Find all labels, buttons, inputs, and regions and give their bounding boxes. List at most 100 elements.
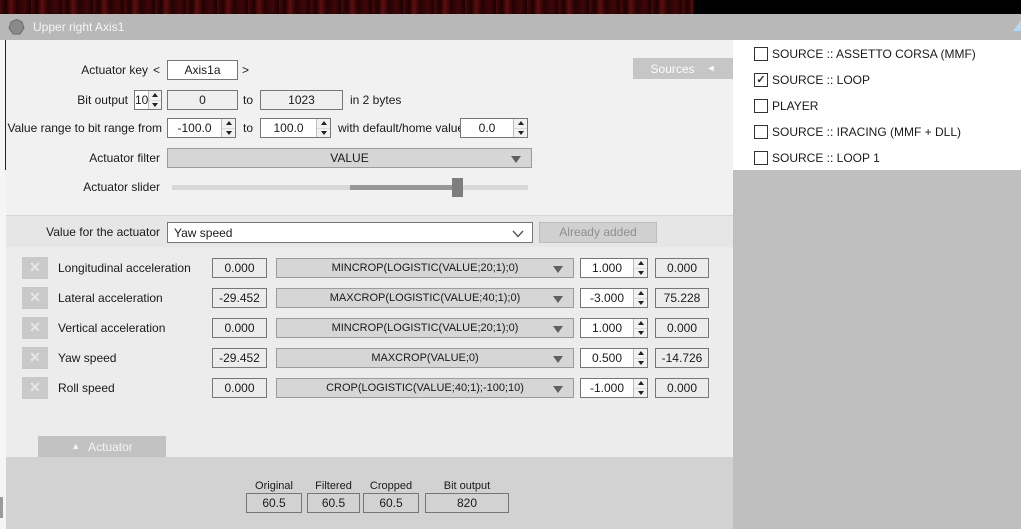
original-label: Original [246,480,302,493]
value-row: ✕ Lateral acceleration -29.452 MAXCROP(L… [0,287,733,309]
desktop-background [0,0,1021,14]
spin-down-icon[interactable] [222,128,235,138]
source-label: SOURCE :: LOOP [772,73,870,87]
row-multiplier-spinner[interactable]: 1.000 [580,318,648,338]
spin-down-icon[interactable] [317,128,330,138]
actuator-key-close: > [242,60,249,80]
row-formula-dropdown[interactable]: MINCROP(LOGISTIC(VALUE;20;1);0) [276,258,574,278]
row-multiplier-spinner[interactable]: 1.000 [580,258,648,278]
row-label: Lateral acceleration [58,287,163,309]
remove-row-button[interactable]: ✕ [22,287,48,309]
bit-output-footer-label: Bit output [425,480,509,493]
remove-row-button[interactable]: ✕ [22,377,48,399]
source-checkbox[interactable] [754,125,768,139]
corner-artifact-icon [1013,20,1021,31]
source-checkbox[interactable] [754,151,768,165]
spin-down-icon[interactable] [634,328,647,338]
source-item[interactable]: SOURCE :: IRACING (MMF + DLL) [754,124,961,140]
cropped-label: Cropped [363,480,419,493]
row-output-value-box: 0.000 [655,258,709,278]
range-max-spinner[interactable]: 100.0 [260,118,331,138]
row-multiplier-spinner[interactable]: 0.500 [580,348,648,368]
row-output-value-box: 75.228 [655,288,709,308]
source-item[interactable]: SOURCE :: LOOP 1 [754,150,880,166]
dropdown-arrow-icon [553,386,563,393]
remove-row-button[interactable]: ✕ [22,257,48,279]
spin-down-icon[interactable] [514,128,527,138]
spin-up-icon[interactable] [634,319,647,328]
tab-actuator[interactable]: ▲ Actuator [38,436,166,457]
row-formula-dropdown[interactable]: MAXCROP(LOGISTIC(VALUE;40;1);0) [276,288,574,308]
spin-down-icon[interactable] [634,358,647,368]
row-formula-dropdown[interactable]: CROP(LOGISTIC(VALUE;40;1);-100;10) [276,378,574,398]
sources-panel-lower [733,170,1021,529]
spin-down-icon[interactable] [634,268,647,278]
actuator-slider-fill [350,185,452,190]
row-input-value-box: -29.452 [212,288,267,308]
source-checkbox[interactable] [754,47,768,61]
source-checkbox[interactable]: ✓ [754,73,768,87]
actuator-filter-label: Actuator filter [0,148,160,168]
spin-up-icon[interactable] [634,289,647,298]
filtered-value-box: 60.5 [307,493,360,513]
spin-up-icon[interactable] [149,91,161,100]
actuator-slider-handle[interactable] [452,178,463,197]
value-row: ✕ Roll speed 0.000 CROP(LOGISTIC(VALUE;4… [0,377,733,399]
source-item[interactable]: SOURCE :: ASSETTO CORSA (MMF) [754,46,976,62]
source-checkbox[interactable] [754,99,768,113]
default-value-spinner[interactable]: 0.0 [460,118,528,138]
value-row: ✕ Yaw speed -29.452 MAXCROP(VALUE;0) 0.5… [0,347,733,369]
spin-down-icon[interactable] [634,298,647,308]
value-selector-label: Value for the actuator [0,222,160,242]
value-row: ✕ Longitudinal acceleration 0.000 MINCRO… [0,257,733,279]
value-selector-combobox[interactable]: Yaw speed [167,222,533,243]
collapse-arrow-icon: ▲ [71,442,80,451]
sources-toggle-button[interactable]: Sources ◄ [633,58,733,79]
row-label: Longitudinal acceleration [58,257,191,279]
spin-up-icon[interactable] [222,119,235,128]
actuator-key-input[interactable]: Axis1a [167,60,238,80]
spin-down-icon[interactable] [634,388,647,398]
default-value-label: with default/home value [338,118,464,138]
spin-up-icon[interactable] [514,119,527,128]
actuator-filter-dropdown[interactable]: VALUE [167,148,532,168]
bit-count-spinner[interactable]: 10 [134,90,162,110]
spin-up-icon[interactable] [634,259,647,268]
row-multiplier-spinner[interactable]: -1.000 [580,378,648,398]
spin-up-icon[interactable] [317,119,330,128]
row-formula-dropdown[interactable]: MAXCROP(VALUE;0) [276,348,574,368]
app-window: Upper right Axis1 < Actuator key Axis1a … [0,0,1021,529]
spin-up-icon[interactable] [634,349,647,358]
range-to-label: to [243,118,253,138]
bit-min-box: 0 [167,90,238,110]
dropdown-arrow-icon [553,266,563,273]
source-item[interactable]: PLAYER [754,98,818,114]
row-input-value-box: 0.000 [212,318,267,338]
filtered-label: Filtered [307,480,360,493]
source-label: SOURCE :: ASSETTO CORSA (MMF) [772,47,976,61]
source-label: SOURCE :: IRACING (MMF + DLL) [772,125,961,139]
row-formula-dropdown[interactable]: MINCROP(LOGISTIC(VALUE;20;1);0) [276,318,574,338]
row-label: Yaw speed [58,347,116,369]
background-artifact [0,497,3,518]
row-label: Roll speed [58,377,115,399]
row-output-value-box: -14.726 [655,348,709,368]
sources-collapse-icon: ◄ [707,64,716,73]
source-item[interactable]: ✓ SOURCE :: LOOP [754,72,870,88]
remove-row-button[interactable]: ✕ [22,347,48,369]
bit-max-box: 1023 [260,90,343,110]
window-icon [8,19,25,36]
window-title: Upper right Axis1 [33,20,124,34]
remove-row-button[interactable]: ✕ [22,317,48,339]
row-input-value-box: 0.000 [212,378,267,398]
row-label: Vertical acceleration [58,317,165,339]
already-added-button[interactable]: Already added [539,222,657,243]
row-input-value-box: 0.000 [212,258,267,278]
spin-up-icon[interactable] [634,379,647,388]
dropdown-arrow-icon [553,326,563,333]
combobox-chevron-icon [512,230,524,238]
spin-down-icon[interactable] [149,100,161,110]
bit-to-label: to [243,90,253,110]
range-min-spinner[interactable]: -100.0 [167,118,236,138]
row-multiplier-spinner[interactable]: -3.000 [580,288,648,308]
